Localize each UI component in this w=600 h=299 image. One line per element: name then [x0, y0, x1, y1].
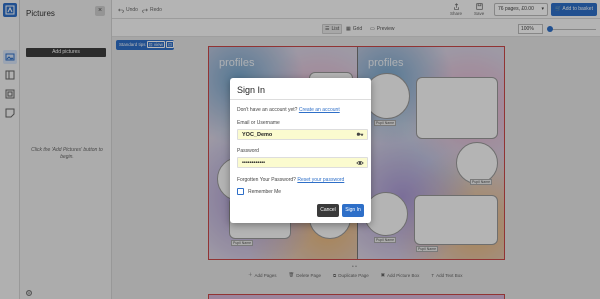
forgot-password-text: Forgotten Your Password? Reset your pass… [237, 177, 344, 183]
dialog-title: Sign In [237, 85, 266, 95]
create-account-link[interactable]: Create an account [299, 107, 340, 113]
eye-icon[interactable] [356, 159, 364, 167]
password-field[interactable]: •••••••••••• [237, 157, 368, 168]
password-label: Password [237, 148, 259, 154]
email-field[interactable]: YOC_Demo [237, 129, 368, 140]
forgot-prompt: Forgotten Your Password? [237, 177, 296, 183]
reset-password-link[interactable]: Reset your password [297, 177, 344, 183]
email-value: YOC_Demo [242, 132, 273, 138]
no-account-prompt: Don't have an account yet? [237, 107, 298, 113]
password-value: •••••••••••• [242, 160, 266, 166]
dialog-divider [230, 99, 371, 100]
remember-me-label[interactable]: Remember Me [248, 189, 281, 195]
cancel-button[interactable]: Cancel [317, 204, 339, 217]
sign-in-dialog: Sign In Don't have an account yet? Creat… [230, 78, 371, 223]
email-label: Email or Username [237, 120, 280, 126]
no-account-text: Don't have an account yet? Create an acc… [237, 107, 340, 113]
remember-me-checkbox[interactable] [237, 188, 244, 195]
key-icon [356, 131, 364, 139]
sign-in-button[interactable]: Sign In [342, 204, 364, 217]
